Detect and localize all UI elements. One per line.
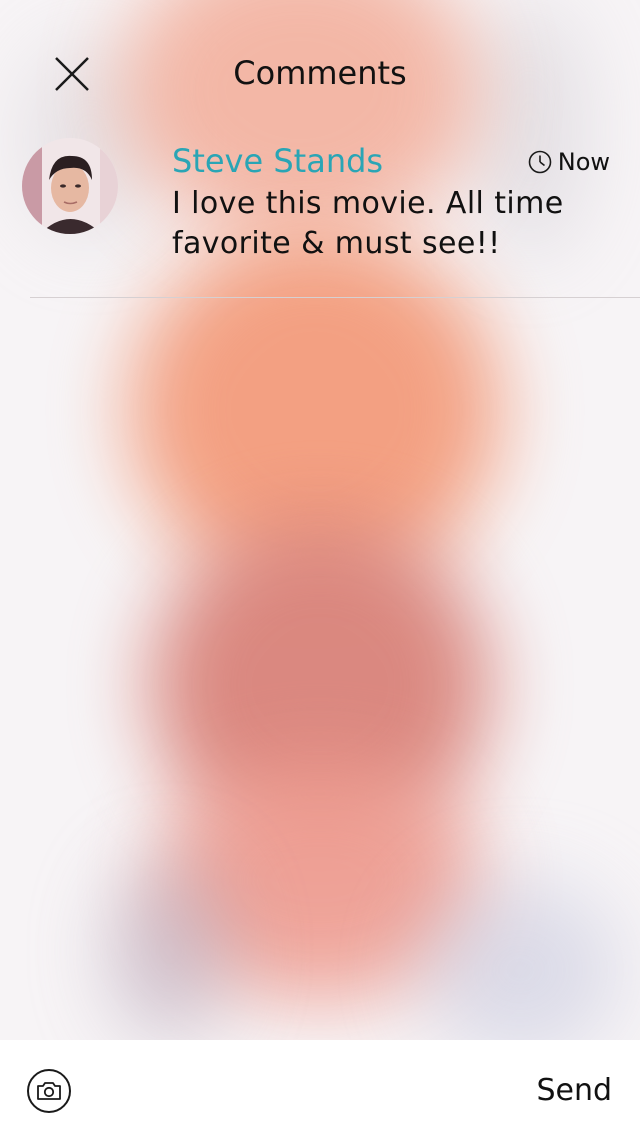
clock-icon	[528, 150, 552, 174]
send-button[interactable]: Send	[536, 1073, 612, 1108]
camera-icon[interactable]	[36, 1080, 62, 1102]
comment-timestamp: Now	[528, 148, 610, 176]
header: Comments	[0, 0, 640, 130]
page-title: Comments	[233, 54, 407, 92]
camera-button[interactable]	[27, 1069, 71, 1113]
comments-screen: Comments Steve Stands Now I love this mo…	[0, 0, 640, 1136]
comment-text: I love this movie. All time favorite & m…	[172, 186, 564, 261]
comment-author[interactable]: Steve Stands	[172, 142, 383, 180]
comment-input-bar: Send	[0, 1040, 640, 1136]
comment-time-label: Now	[557, 148, 610, 176]
divider	[30, 297, 640, 298]
avatar[interactable]	[22, 138, 118, 234]
comment-item: Steve Stands Now I love this movie. All …	[0, 130, 640, 297]
